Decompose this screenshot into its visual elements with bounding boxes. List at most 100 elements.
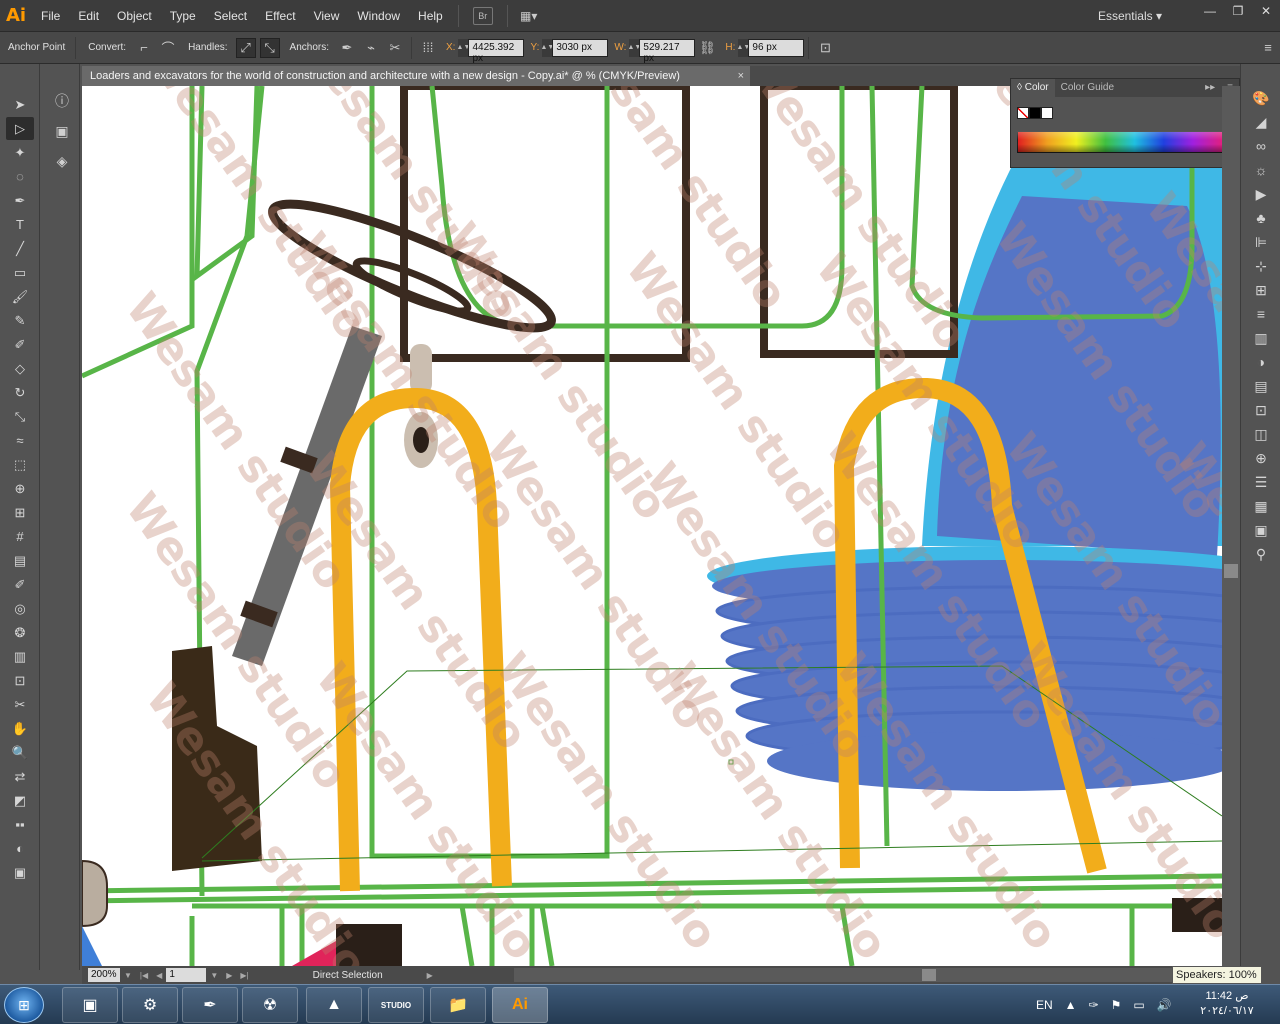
none-swatch-icon[interactable] xyxy=(1017,107,1029,119)
paintbrush-tool-icon[interactable]: 🖌 xyxy=(6,285,34,308)
language-indicator[interactable]: EN xyxy=(1036,998,1053,1012)
image-trace-panel-icon[interactable]: ▣ xyxy=(49,118,75,144)
last-artboard-icon[interactable]: ▶| xyxy=(240,971,248,980)
first-artboard-icon[interactable]: |◀ xyxy=(140,971,148,980)
column-graph-tool-icon[interactable]: ▥ xyxy=(6,645,34,668)
convert-smooth-icon[interactable]: ⌒ xyxy=(158,38,178,58)
zoom-dropdown-icon[interactable]: ▼ xyxy=(124,971,132,980)
transparency-icon[interactable]: ◑ xyxy=(1246,350,1276,374)
free-transform-tool-icon[interactable]: ⬚ xyxy=(6,453,34,476)
blend-tool-icon[interactable]: ◎ xyxy=(6,597,34,620)
white-swatch[interactable] xyxy=(1041,107,1053,119)
pencil-tool-icon[interactable]: ✎ xyxy=(6,309,34,332)
color-guide-icon[interactable]: ◢ xyxy=(1246,110,1276,134)
rectangle-tool-icon[interactable]: ▭ xyxy=(6,261,34,284)
artboard-tool-icon[interactable]: ⊡ xyxy=(6,669,34,692)
pathfinder-icon[interactable]: ⊞ xyxy=(1246,278,1276,302)
menu-select[interactable]: Select xyxy=(205,0,256,32)
taskbar-app-tools-icon[interactable]: ⚙ xyxy=(122,987,178,1023)
pen-tool-icon[interactable]: ✒ xyxy=(6,189,34,212)
character-icon[interactable]: ☰ xyxy=(1246,470,1276,494)
menu-view[interactable]: View xyxy=(305,0,349,32)
artboard-canvas[interactable]: Wesam studio Wesam studio Wesam studio W… xyxy=(82,86,1222,966)
black-swatch[interactable] xyxy=(1029,107,1041,119)
menu-help[interactable]: Help xyxy=(409,0,452,32)
lasso-tool-icon[interactable]: ◌ xyxy=(6,165,34,188)
graphic-styles-icon[interactable]: ▤ xyxy=(1246,374,1276,398)
width-tool-icon[interactable]: ≈ xyxy=(6,429,34,452)
gradient-tool-icon[interactable]: ▤ xyxy=(6,549,34,572)
tab-color[interactable]: ◊ Color xyxy=(1011,79,1055,97)
actions-icon[interactable]: ▶ xyxy=(1246,182,1276,206)
transform-panel-icon[interactable]: ⊹ xyxy=(1246,254,1276,278)
w-field[interactable]: 529.217 px xyxy=(639,38,696,64)
taskbar-app-pen-icon[interactable]: ✒ xyxy=(182,987,238,1023)
next-artboard-icon[interactable]: ▶ xyxy=(226,971,232,980)
rotate-tool-icon[interactable]: ↻ xyxy=(6,381,34,404)
w-spinner-icon[interactable]: ▲▼ xyxy=(627,38,641,57)
appearance-icon[interactable]: ☼ xyxy=(1246,158,1276,182)
layers-panel-icon[interactable]: ◈ xyxy=(49,148,75,174)
horizontal-scrollbar[interactable] xyxy=(514,968,1234,982)
document-tab[interactable]: Loaders and excavators for the world of … xyxy=(82,66,750,86)
speaker-icon[interactable]: 🔊 xyxy=(1157,998,1172,1012)
network-icon[interactable]: ▭ xyxy=(1133,998,1144,1012)
h-field[interactable]: 96 px xyxy=(748,38,805,57)
layers-dock-icon[interactable]: ▣ xyxy=(1246,518,1276,542)
mesh-tool-icon[interactable]: # xyxy=(6,525,34,548)
artboard-dropdown-icon[interactable]: ▼ xyxy=(210,971,218,980)
fill-stroke-swap-icon[interactable]: ⇄ xyxy=(6,765,34,788)
taskbar-app-explorer-icon[interactable]: 📁 xyxy=(430,987,486,1023)
x-field[interactable]: 4425.392 px xyxy=(468,38,525,64)
screen-mode-icon[interactable]: ▣ xyxy=(6,861,34,884)
links-icon[interactable]: ⚲ xyxy=(1246,542,1276,566)
artboard-number-field[interactable]: 1 xyxy=(166,968,207,982)
kuler-icon[interactable]: ∞ xyxy=(1246,134,1276,158)
hand-tool-icon[interactable]: ✋ xyxy=(6,717,34,740)
paragraph-icon[interactable]: ▦ xyxy=(1246,494,1276,518)
selection-tool-icon[interactable]: ➤ xyxy=(6,93,34,116)
eraser-tool-icon[interactable]: ◇ xyxy=(6,357,34,380)
taskbar-app-monitor-icon[interactable]: ▣ xyxy=(62,987,118,1023)
tab-color-guide[interactable]: Color Guide xyxy=(1055,79,1120,97)
type-tool-icon[interactable]: T xyxy=(6,213,34,236)
perspective-grid-tool-icon[interactable]: ⊞ xyxy=(6,501,34,524)
workspace-switcher[interactable]: Essentials ▾ xyxy=(1098,0,1162,32)
reference-point-icon[interactable]: ⁞⁞⁞ xyxy=(418,38,438,58)
align-icon[interactable]: ⊫ xyxy=(1246,230,1276,254)
fill-stroke-icon[interactable]: ◩ xyxy=(6,789,34,812)
h-spinner-icon[interactable]: ▲▼ xyxy=(736,38,750,57)
cut-path-icon[interactable]: ✂ xyxy=(385,38,405,58)
remove-anchor-icon[interactable]: ✒ xyxy=(337,38,357,58)
gradient-icon[interactable]: ▥ xyxy=(1246,326,1276,350)
scale-tool-icon[interactable]: ⤡ xyxy=(6,405,34,428)
feather-icon[interactable]: ✑ xyxy=(1089,998,1099,1012)
symbol-sprayer-tool-icon[interactable]: ❂ xyxy=(6,621,34,644)
taskbar-clock[interactable]: 11:42 ص ٢٠٢٤/٠٦/١٧ xyxy=(1192,989,1262,1019)
taskbar-app-illustrator-icon[interactable]: Ai xyxy=(492,987,548,1023)
connect-anchor-icon[interactable]: ⌁ xyxy=(361,38,381,58)
direct-selection-tool-icon[interactable]: ▷ xyxy=(6,117,34,140)
status-menu-icon[interactable]: ▶ xyxy=(427,971,433,980)
taskbar-app-vlc-icon[interactable]: ▲ xyxy=(306,987,362,1023)
close-icon[interactable]: ✕ xyxy=(1252,0,1280,22)
arrange-documents-icon[interactable]: ▦▾ xyxy=(514,7,544,25)
menu-effect[interactable]: Effect xyxy=(256,0,304,32)
taskbar-app-studio-icon[interactable]: STUDIO xyxy=(368,987,424,1023)
menu-object[interactable]: Object xyxy=(108,0,161,32)
y-spinner-icon[interactable]: ▲▼ xyxy=(540,38,554,57)
info-panel-icon[interactable]: ⓘ xyxy=(49,88,75,114)
color-mode-icon[interactable]: ▪▪ xyxy=(6,813,34,836)
stroke-icon[interactable]: ≡ xyxy=(1246,302,1276,326)
vertical-scroll-thumb[interactable] xyxy=(1224,564,1238,578)
magic-wand-tool-icon[interactable]: ✦ xyxy=(6,141,34,164)
y-field[interactable]: 3030 px xyxy=(552,38,609,57)
collapse-panel-icon[interactable]: ▸▸ xyxy=(1199,79,1221,97)
control-menu-icon[interactable]: ≡ xyxy=(1258,38,1278,58)
taskbar-app-media-icon[interactable]: ☢ xyxy=(242,987,298,1023)
restore-icon[interactable]: ❐ xyxy=(1224,0,1252,22)
slice-tool-icon[interactable]: ✂ xyxy=(6,693,34,716)
transform-icon[interactable]: ⊡ xyxy=(815,38,835,58)
constrain-link-icon[interactable]: ⛓ xyxy=(697,38,717,58)
horizontal-scroll-thumb[interactable] xyxy=(922,969,936,981)
